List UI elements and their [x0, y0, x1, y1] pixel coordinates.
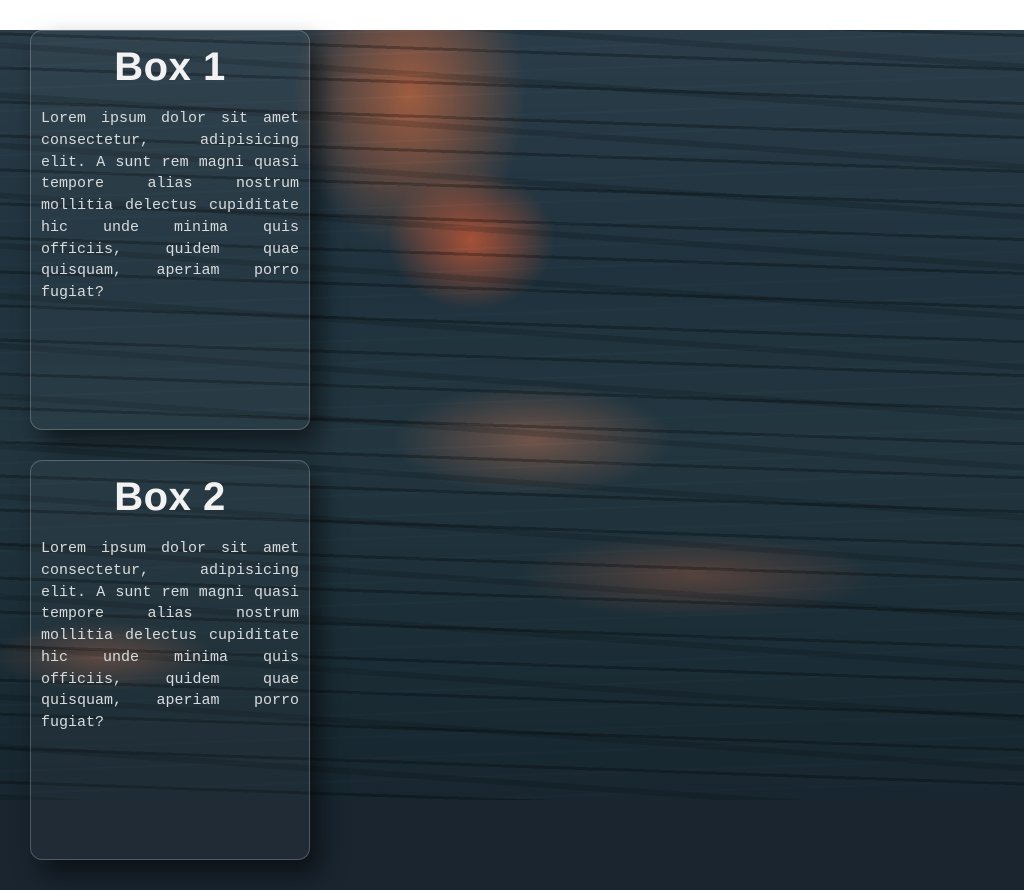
glass-box-2: Box 2 Lorem ipsum dolor sit amet consect…	[30, 460, 310, 860]
box-title: Box 2	[41, 475, 299, 520]
top-strip	[0, 0, 1024, 30]
box-body: Lorem ipsum dolor sit amet consectetur, …	[41, 538, 299, 734]
glass-box-1: Box 1 Lorem ipsum dolor sit amet consect…	[30, 30, 310, 430]
box-body: Lorem ipsum dolor sit amet consectetur, …	[41, 108, 299, 304]
box-title: Box 1	[41, 45, 299, 90]
box-list: Box 1 Lorem ipsum dolor sit amet consect…	[30, 30, 310, 890]
